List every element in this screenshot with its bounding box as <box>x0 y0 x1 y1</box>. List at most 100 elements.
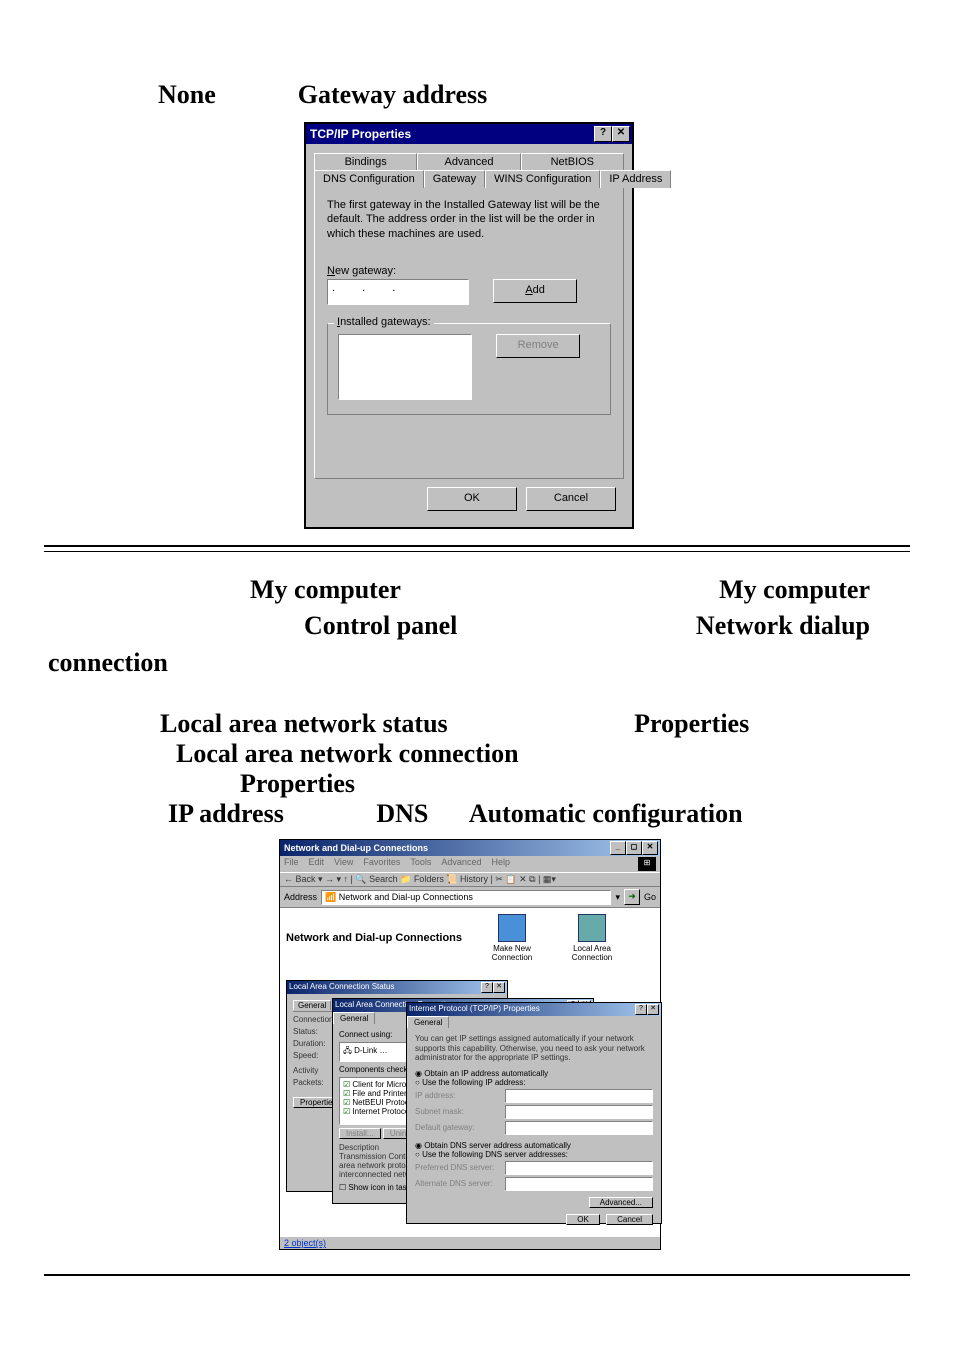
preferred-dns-label: Preferred DNS server: <box>415 1163 505 1172</box>
text-lan-connection: Local area network connection <box>44 739 910 769</box>
radio-obtain-ip[interactable]: Obtain an IP address automatically <box>415 1069 653 1078</box>
help-icon[interactable]: ? <box>481 982 493 993</box>
radio-obtain-dns[interactable]: Obtain DNS server address automatically <box>415 1141 653 1150</box>
tab-wins-configuration[interactable]: WINS Configuration <box>485 170 600 188</box>
default-gateway-input[interactable] <box>505 1121 653 1135</box>
windows-logo-icon: ⊞ <box>638 857 656 871</box>
menu-tools[interactable]: Tools <box>410 857 431 871</box>
menu-edit[interactable]: Edit <box>309 857 325 871</box>
text-dns: DNS <box>290 799 428 828</box>
tab-general-nd1[interactable]: General <box>293 1000 331 1010</box>
explorer-statusbar: 2 object(s) <box>280 1236 660 1249</box>
tcpip-v4-properties-dialog: Internet Protocol (TCP/IP) Properties ? … <box>406 1002 662 1224</box>
installed-gateways-group: Installed gateways:Installed gateways: R… <box>327 323 611 415</box>
nd3-info-text: You can get IP settings assigned automat… <box>415 1034 653 1063</box>
explorer-address-bar: Address 📶 Network and Dial-up Connection… <box>280 887 660 908</box>
explorer-toolbar[interactable]: ← Back ▾ → ▾ ↑ | 🔍 Search 📁 Folders 📜 Hi… <box>280 872 660 887</box>
alternate-dns-input[interactable] <box>505 1177 653 1191</box>
tcpip-v4-title: Internet Protocol (TCP/IP) Properties <box>409 1004 635 1015</box>
icon-local-area-connection[interactable]: Local Area Connection <box>562 914 622 962</box>
subnet-mask-input[interactable] <box>505 1105 653 1119</box>
dialog-button-row: OK Cancel <box>314 479 624 519</box>
nd3-ok-button[interactable]: OK <box>566 1214 600 1225</box>
mid-paragraph: My computer My computer Control panel Ne… <box>44 572 910 681</box>
cancel-button[interactable]: Cancel <box>526 487 616 511</box>
text-ip-address: IP address <box>44 799 284 828</box>
titlebar: TCP/IP Properties ? ✕ <box>306 124 632 144</box>
titlebar-text: TCP/IP Properties <box>310 127 594 141</box>
close-button[interactable]: ✕ <box>612 126 630 142</box>
heading-gateway-address: Gateway address <box>298 80 487 110</box>
minimize-icon[interactable]: _ <box>610 841 626 855</box>
explorer-menubar: File Edit View Favorites Tools Advanced … <box>280 856 660 872</box>
tab-row-1: Bindings Advanced NetBIOS <box>314 152 624 169</box>
ip-address-input[interactable] <box>505 1089 653 1103</box>
wizard-icon <box>498 914 526 942</box>
install-button[interactable]: Install... <box>339 1128 381 1139</box>
tab-general-nd2[interactable]: General <box>333 1012 375 1024</box>
gateway-tab-panel: The first gateway in the Installed Gatew… <box>314 187 624 479</box>
menu-file[interactable]: File <box>284 857 299 871</box>
network-icon <box>578 914 606 942</box>
go-label: Go <box>644 892 656 902</box>
new-gateway-label: NNew gateway:ew gateway: <box>327 265 611 277</box>
lan-status-title: Local Area Connection Status <box>289 982 481 993</box>
text-lan-status: Local area network status <box>44 709 448 738</box>
alternate-dns-label: Alternate DNS server: <box>415 1179 505 1188</box>
text-properties-2: Properties <box>44 769 910 799</box>
tab-advanced[interactable]: Advanced <box>417 153 520 170</box>
text-control-panel: Control panel <box>44 611 457 640</box>
explorer-window: Network and Dial-up Connections _ ◻ ✕ Fi… <box>279 839 661 1250</box>
preferred-dns-input[interactable] <box>505 1161 653 1175</box>
tab-gateway[interactable]: Gateway <box>424 170 485 188</box>
close-icon[interactable]: ✕ <box>647 1004 659 1015</box>
nd3-cancel-button[interactable]: Cancel <box>606 1214 653 1225</box>
icon-make-new-connection[interactable]: Make New Connection <box>482 914 542 962</box>
address-input[interactable]: 📶 Network and Dial-up Connections <box>321 890 611 905</box>
icon-make-label: Make New Connection <box>492 944 532 962</box>
new-gateway-input[interactable]: . . . <box>327 279 469 305</box>
explorer-body-heading: Network and Dial-up Connections <box>286 914 462 944</box>
explorer-body: Network and Dial-up Connections Make New… <box>280 908 660 980</box>
tab-bindings[interactable]: Bindings <box>314 153 417 170</box>
add-button[interactable]: AddAdd <box>493 279 577 303</box>
tab-ip-address[interactable]: IP Address <box>600 170 671 188</box>
tab-dns-configuration[interactable]: DNS Configuration <box>314 170 424 188</box>
text-network-dialup: Network dialup <box>696 608 910 644</box>
go-button[interactable]: ➜ <box>624 889 640 905</box>
address-label: Address <box>284 892 317 902</box>
default-gateway-label: Default gateway: <box>415 1123 505 1132</box>
menu-help[interactable]: Help <box>491 857 510 871</box>
explorer-title: Network and Dial-up Connections <box>284 843 610 853</box>
heading-none: None <box>158 80 216 110</box>
menu-view[interactable]: View <box>334 857 353 871</box>
ip-address-label: IP address: <box>415 1091 505 1100</box>
close-icon[interactable]: ✕ <box>493 982 505 993</box>
menu-advanced[interactable]: Advanced <box>441 857 481 871</box>
tab-general-nd3[interactable]: General <box>407 1016 449 1028</box>
close-icon[interactable]: ✕ <box>642 841 658 855</box>
advanced-button[interactable]: Advanced... <box>589 1197 653 1208</box>
address-dropdown-icon[interactable]: ▾ <box>615 892 620 903</box>
tab-netbios[interactable]: NetBIOS <box>521 153 624 170</box>
help-icon[interactable]: ? <box>635 1004 647 1015</box>
menu-favorites[interactable]: Favorites <box>363 857 400 871</box>
section-2: Local area network status Properties Loc… <box>44 709 910 829</box>
text-auto-config: Automatic configuration <box>435 799 743 828</box>
radio-use-dns[interactable]: Use the following DNS server addresses: <box>415 1150 653 1159</box>
radio-use-ip[interactable]: Use the following IP address: <box>415 1078 653 1087</box>
icon-local-label: Local Area Connection <box>572 944 612 962</box>
explorer-titlebar: Network and Dial-up Connections _ ◻ ✕ <box>280 840 660 856</box>
gateway-help-text: The first gateway in the Installed Gatew… <box>327 198 611 241</box>
help-button[interactable]: ? <box>594 126 612 142</box>
text-connection: connection <box>44 645 910 681</box>
installed-gateways-label: Installed gateways:Installed gateways: <box>334 316 434 328</box>
tcpip-properties-dialog: TCP/IP Properties ? ✕ Bindings Advanced … <box>304 122 634 529</box>
maximize-icon[interactable]: ◻ <box>626 841 642 855</box>
installed-gateways-list[interactable] <box>338 334 472 400</box>
remove-button[interactable]: Remove <box>496 334 580 358</box>
text-my-computer-left: My computer <box>44 575 401 604</box>
text-my-computer-right: My computer <box>719 572 910 608</box>
text-properties-1: Properties <box>454 709 749 738</box>
ok-button[interactable]: OK <box>427 487 517 511</box>
